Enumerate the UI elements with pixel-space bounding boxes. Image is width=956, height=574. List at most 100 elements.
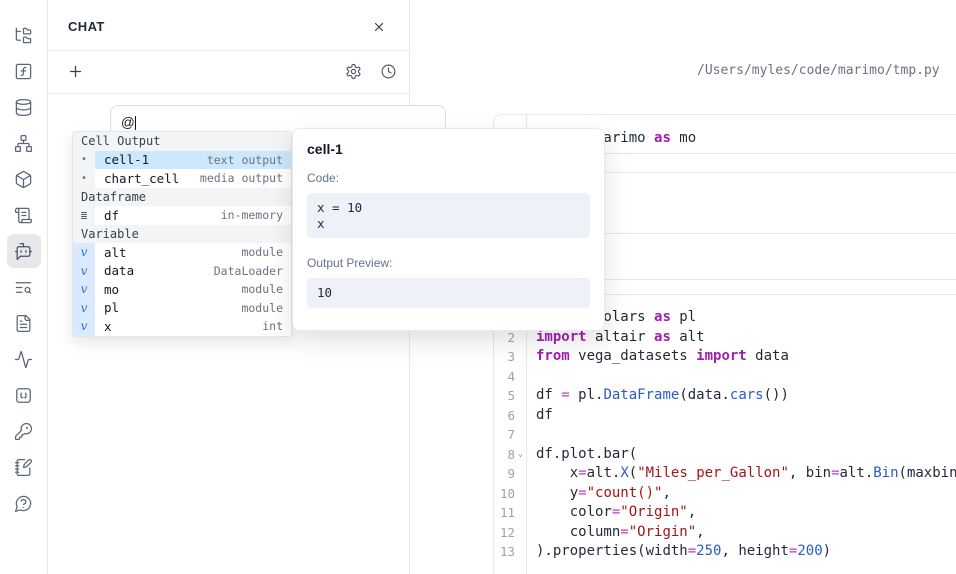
code-line[interactable]: 6df — [494, 406, 956, 426]
popover-code-label: Code: — [307, 171, 590, 185]
autocomplete-item-type: module — [241, 280, 291, 299]
autocomplete-item-mo[interactable]: vmomodule — [73, 280, 291, 299]
variable-icon: v — [73, 262, 95, 281]
autocomplete-item-df[interactable]: ≣dfin-memory — [73, 206, 291, 225]
popover-title: cell-1 — [307, 141, 590, 157]
notebook-pen-icon — [14, 458, 33, 477]
autocomplete-item-type: text output — [207, 151, 291, 170]
code-text: color="Origin", — [526, 503, 696, 523]
autocomplete-item-pl[interactable]: vplmodule — [73, 299, 291, 318]
sidebar-item-database[interactable] — [6, 89, 42, 125]
code-line[interactable]: 3from vega_datasets import data — [494, 347, 956, 367]
line-number: 13 — [494, 542, 526, 562]
sidebar-item-activity[interactable] — [6, 341, 42, 377]
autocomplete-item-name: mo — [95, 280, 241, 299]
sidebar-item-network[interactable] — [6, 125, 42, 161]
line-number: 5 — [494, 386, 526, 406]
code-line[interactable]: 8⌄df.plot.bar( — [494, 445, 956, 465]
scroll-text-icon — [14, 206, 33, 225]
code-text: ).properties(width=250, height=200) — [526, 542, 831, 562]
bullet-icon: • — [73, 151, 95, 170]
autocomplete-item-data[interactable]: vdataDataLoader — [73, 262, 291, 281]
code-text: df — [526, 406, 553, 426]
autocomplete-item-name: cell-1 — [95, 151, 207, 170]
autocomplete-item-chart_cell[interactable]: •chart_cellmedia output — [73, 169, 291, 188]
text-caret — [135, 116, 137, 130]
code-line[interactable]: 4 — [494, 367, 956, 387]
variable-icon: v — [73, 243, 95, 262]
autocomplete-item-name: alt — [95, 243, 241, 262]
code-text: y="count()", — [526, 484, 671, 504]
package-icon — [14, 170, 33, 189]
code-line[interactable]: 9 x=alt.X("Miles_per_Gallon", bin=alt.Bi… — [494, 464, 956, 484]
popover-output-label: Output Preview: — [307, 256, 590, 270]
file-path-label: /Users/myles/code/marimo/tmp.py — [697, 63, 940, 78]
variable-icon: v — [73, 317, 95, 336]
sidebar-item-notebook-pen[interactable] — [6, 449, 42, 485]
sidebar-item-snippets[interactable] — [6, 377, 42, 413]
line-number: 7 — [494, 425, 526, 445]
autocomplete-item-type: in-memory — [221, 206, 291, 225]
line-number: 4 — [494, 367, 526, 387]
fold-chevron-icon[interactable]: ⌄ — [515, 445, 526, 465]
sidebar-item-file-text[interactable] — [6, 305, 42, 341]
sidebar-item-file-tree[interactable] — [6, 17, 42, 53]
history-clock-icon — [380, 63, 397, 80]
snippets-icon — [14, 386, 33, 405]
code-line[interactable]: 13).properties(width=250, height=200) — [494, 542, 956, 562]
new-chat-button[interactable] — [67, 63, 84, 80]
line-number: 10 — [494, 484, 526, 504]
sidebar-item-package[interactable] — [6, 161, 42, 197]
function-square-icon — [14, 62, 33, 81]
autocomplete-item-x[interactable]: vxint — [73, 317, 291, 336]
gutter-separator — [526, 295, 527, 574]
code-line[interactable]: 12 column="Origin", — [494, 523, 956, 543]
autocomplete-item-name: pl — [95, 299, 241, 318]
autocomplete-group-header: Cell Output — [73, 132, 291, 151]
database-icon — [14, 98, 33, 117]
line-number: 12 — [494, 523, 526, 543]
autocomplete-item-name: df — [95, 206, 221, 225]
line-number: 6 — [494, 406, 526, 426]
chat-input-value: @ — [121, 115, 135, 130]
code-line[interactable]: 10 y="count()", — [494, 484, 956, 504]
rows-icon: ≣ — [73, 206, 95, 225]
variable-icon: v — [73, 280, 95, 299]
sidebar-item-function-square[interactable] — [6, 53, 42, 89]
chat-toolbar — [48, 50, 409, 94]
app-window: CHAT @ /Users/myles/code/marimo/tmp.py 1… — [0, 0, 956, 574]
sidebar-item-key[interactable] — [6, 413, 42, 449]
code-text: df.plot.bar( — [526, 445, 637, 465]
plus-icon — [67, 63, 84, 80]
file-tree-icon — [14, 26, 33, 45]
chat-panel-header: CHAT — [48, 0, 409, 51]
chat-panel-title: CHAT — [68, 19, 105, 34]
sidebar-item-help-circle[interactable] — [6, 485, 42, 521]
activity-icon — [14, 350, 33, 369]
autocomplete-group-header: Dataframe — [73, 188, 291, 207]
chat-settings-button[interactable] — [345, 63, 362, 80]
autocomplete-group-header: Variable — [73, 225, 291, 244]
code-line[interactable]: 11 color="Origin", — [494, 503, 956, 523]
autocomplete-item-type: module — [241, 299, 291, 318]
autocomplete-item-cell-1[interactable]: •cell-1text output — [73, 151, 291, 170]
gear-icon — [345, 63, 362, 80]
sidebar-item-scroll-text[interactable] — [6, 197, 42, 233]
file-text-icon — [14, 314, 33, 333]
code-line[interactable]: 7 — [494, 425, 956, 445]
variable-icon: v — [73, 299, 95, 318]
autocomplete-item-alt[interactable]: valtmodule — [73, 243, 291, 262]
sidebar-item-text-search[interactable] — [6, 269, 42, 305]
autocomplete-item-type: DataLoader — [214, 262, 291, 281]
text-search-icon — [14, 278, 33, 297]
notebook-cell-main-code[interactable]: 1import polars as pl2import altair as al… — [493, 294, 956, 574]
autocomplete-item-name: x — [95, 317, 262, 336]
line-number: 9 — [494, 464, 526, 484]
autocomplete-item-name: data — [95, 262, 214, 281]
sidebar-item-bot-message[interactable] — [7, 234, 41, 268]
code-text: column="Origin", — [526, 523, 705, 543]
bot-message-icon — [14, 242, 33, 261]
close-panel-button[interactable] — [372, 20, 386, 34]
chat-history-button[interactable] — [380, 63, 397, 80]
code-line[interactable]: 5df = pl.DataFrame(data.cars()) — [494, 386, 956, 406]
